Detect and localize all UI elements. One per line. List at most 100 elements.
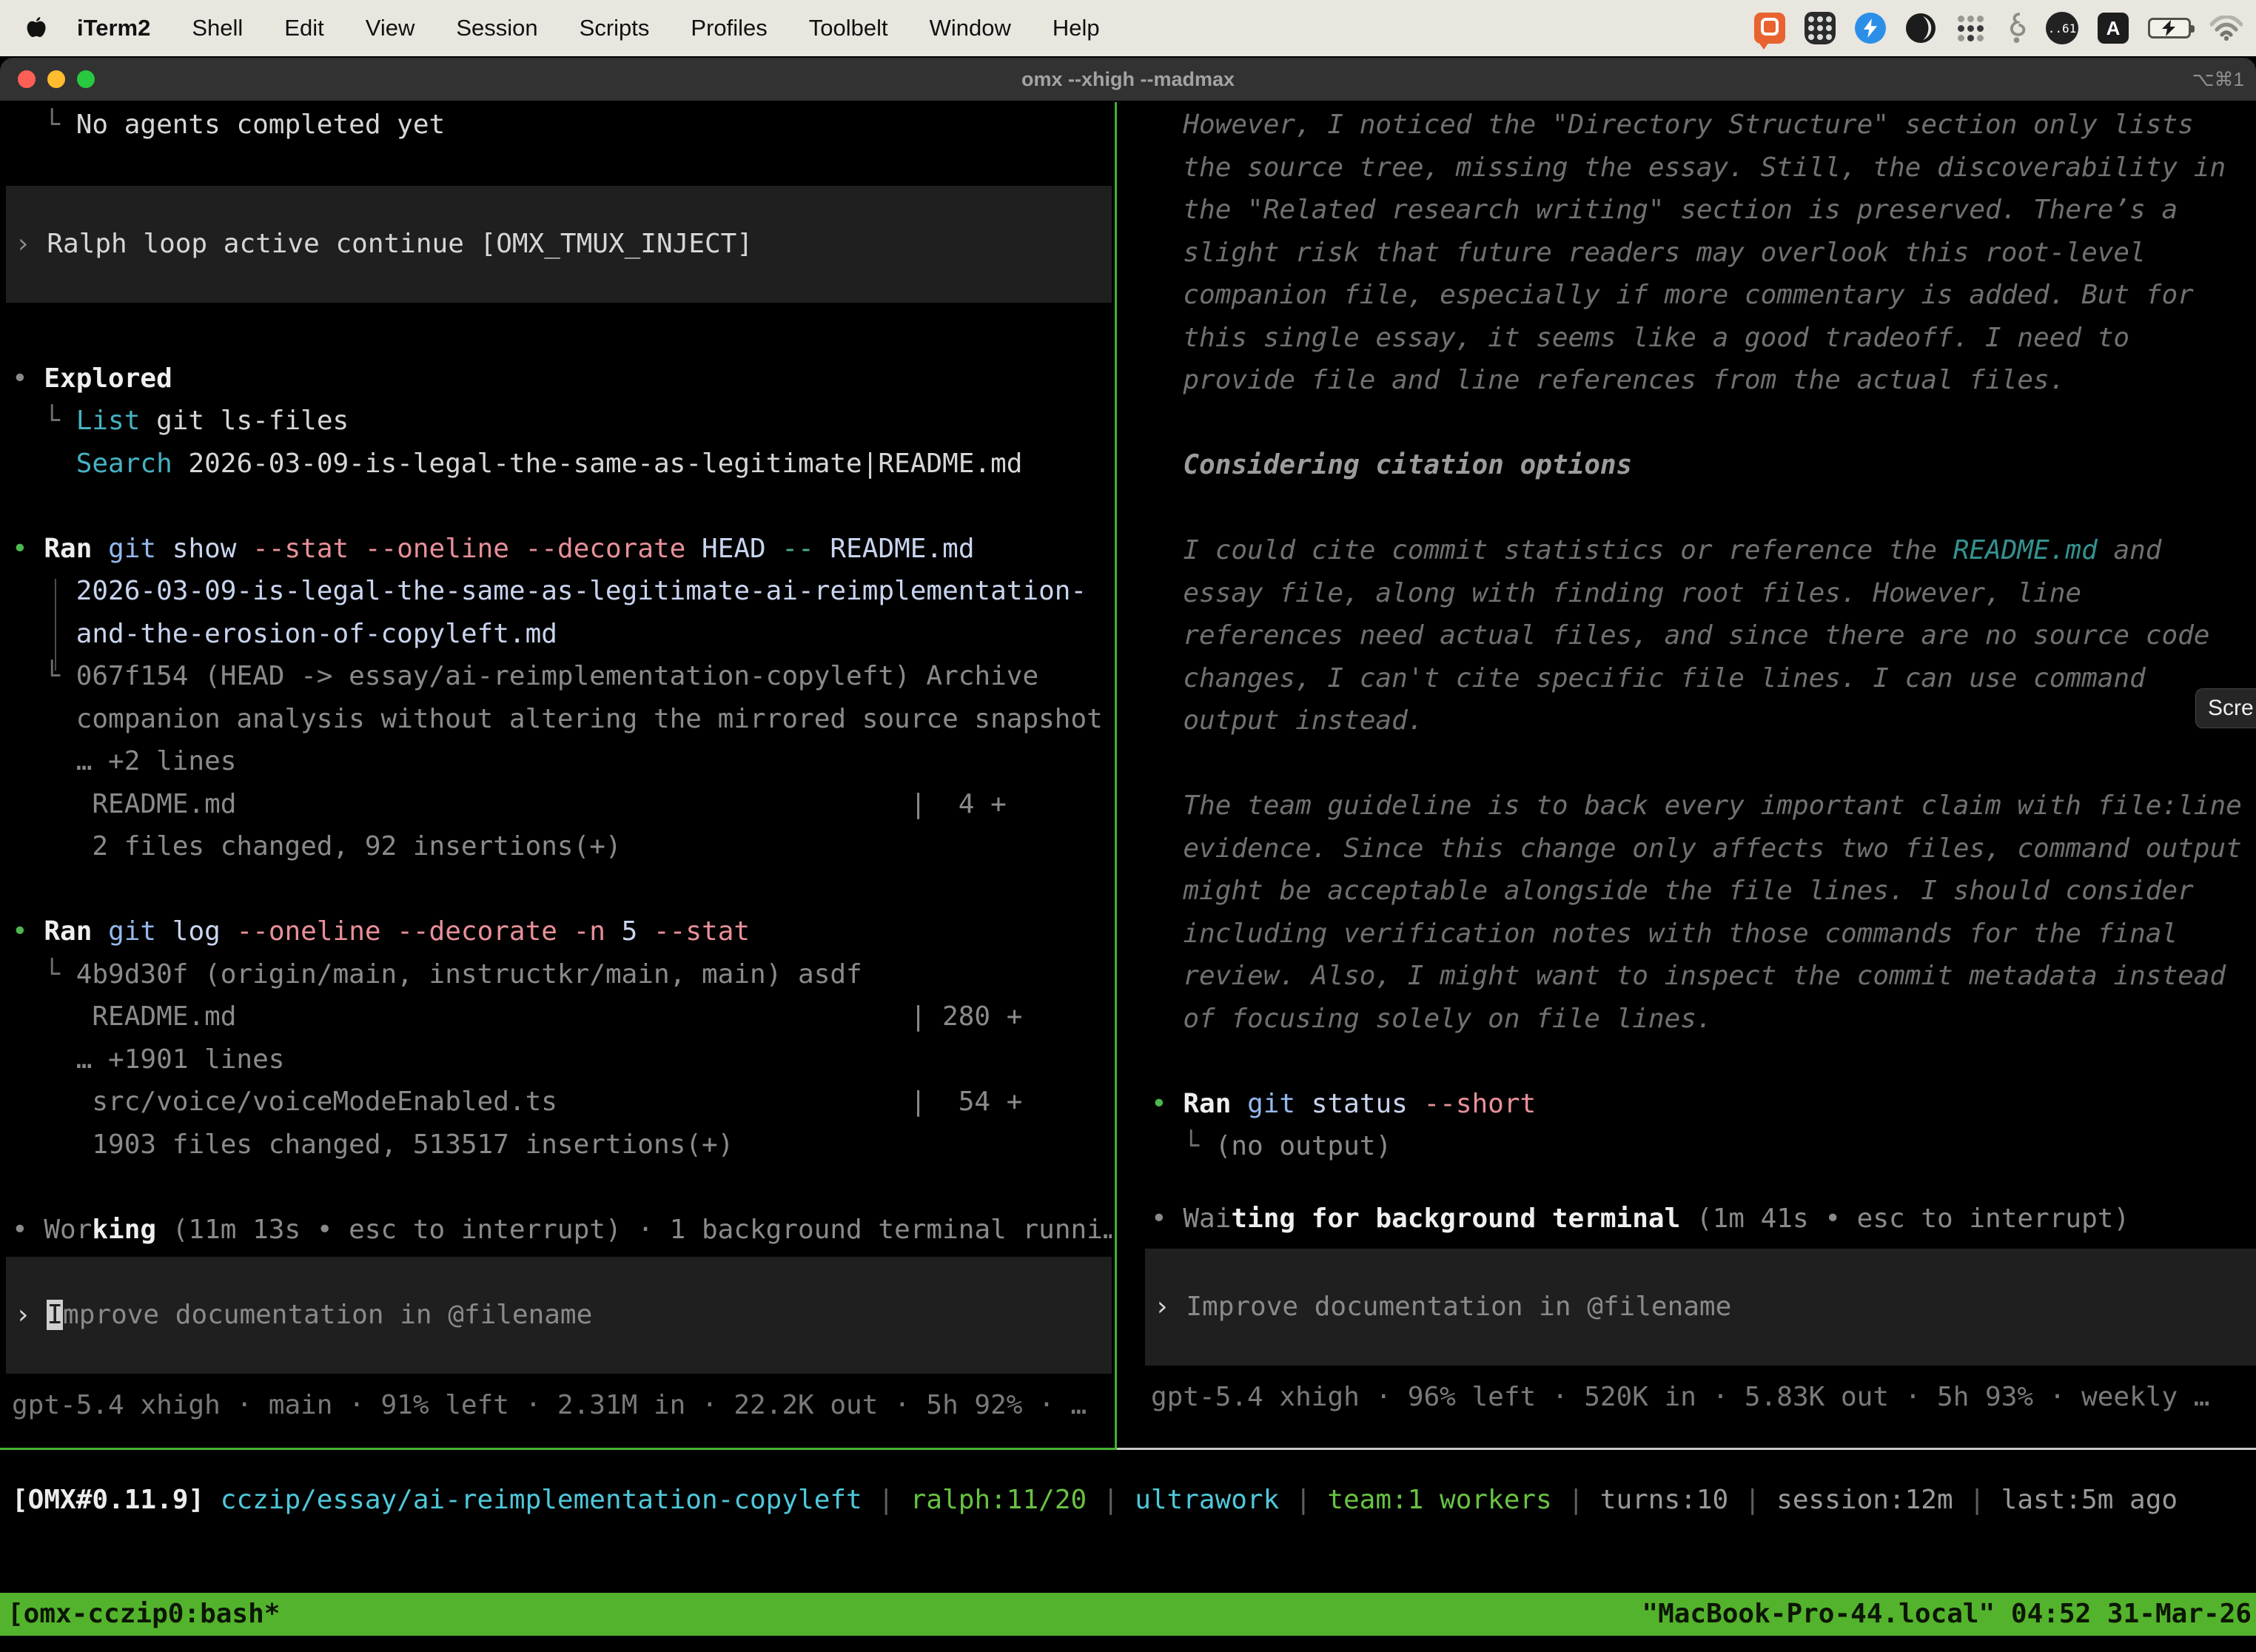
menu-item-toolbelt[interactable]: Toolbelt: [788, 15, 909, 41]
terminal-line: 2 files changed, 92 insertions(+): [6, 825, 1112, 868]
menu-item-scripts[interactable]: Scripts: [559, 15, 671, 41]
spacer: [6, 1166, 1112, 1209]
text-segment: evidence. Since this change only affects…: [1151, 833, 2242, 864]
input-source-icon[interactable]: A: [2098, 13, 2129, 44]
text-segment: README.md: [814, 534, 975, 564]
terminal-line: • Working (11m 13s • esc to interrupt) ·…: [6, 1209, 1112, 1252]
text-segment: show: [156, 534, 236, 564]
text-segment: king: [92, 1215, 156, 1245]
text-segment: the source tree, missing the essay. Stil…: [1151, 152, 2226, 183]
right-terminal-pane[interactable]: However, I noticed the "Directory Struct…: [1145, 104, 2256, 1448]
text-segment: log: [156, 916, 221, 947]
spacer: [1145, 1366, 2256, 1376]
command-input-box[interactable]: › Improve documentation in @filename: [6, 1257, 1112, 1374]
terminal-line: src/voice/voiceModeEnabled.ts | 54 +: [6, 1081, 1112, 1124]
text-segment: └: [1151, 1131, 1215, 1161]
active-pane-bottom-border: [0, 1448, 1117, 1450]
text-segment: provide file and line references from th…: [1151, 365, 2065, 395]
terminal-line: Considering citation options: [1145, 444, 2256, 487]
timer-badge-label: ..61: [2048, 21, 2077, 36]
text-segment: └: [12, 661, 76, 691]
terminal-line: might be acceptable alongside the file l…: [1145, 870, 2256, 913]
terminal-line: └ 067f154 (HEAD -> essay/ai-reimplementa…: [6, 655, 1112, 698]
wifi-icon[interactable]: [2210, 16, 2243, 41]
text-segment: README.md: [1953, 535, 2098, 565]
text-segment: turns:10: [1600, 1485, 1728, 1515]
text-segment: • Wor: [12, 1215, 92, 1245]
terminal-area: └ No agents completed yet › Ralph loop ac…: [0, 101, 2256, 1652]
text-segment: ultrawork: [1135, 1485, 1279, 1515]
text-segment: •: [1151, 1089, 1183, 1119]
window-title-bar: omx --xhigh --madmax ⌥⌘1: [0, 58, 2256, 101]
terminal-line: the source tree, missing the essay. Stil…: [1145, 147, 2256, 189]
dots-grid-icon[interactable]: [1955, 13, 1985, 43]
command-input-text: › Improve documentation in @filename: [1145, 1286, 1731, 1329]
text-segment: ›: [15, 229, 47, 259]
apple-menu-icon[interactable]: [25, 13, 50, 43]
text-segment: •: [12, 916, 44, 947]
model-status-line: gpt-5.4 xhigh · main · 91% left · 2.31M …: [6, 1384, 1112, 1427]
spacer: [6, 868, 1112, 911]
keyboard-icon[interactable]: [1805, 12, 1836, 44]
terminal-line: └ 4b9d30f (origin/main, instructkr/main,…: [6, 953, 1112, 996]
text-segment: List: [76, 406, 141, 436]
menu-item-view[interactable]: View: [345, 15, 436, 41]
command-input-box[interactable]: › Improve documentation in @filename: [1145, 1249, 2256, 1366]
text-segment: … +2 lines: [12, 746, 236, 776]
screen-share-pill[interactable]: Scre: [2195, 688, 2256, 728]
terminal-line: of focusing solely on file lines.: [1145, 998, 2256, 1041]
menu-item-profiles[interactable]: Profiles: [670, 15, 788, 41]
menu-item-help[interactable]: Help: [1032, 15, 1121, 41]
text-segment: Improve documentation in @filename: [1186, 1292, 1731, 1322]
battery-icon[interactable]: [2148, 18, 2191, 38]
terminal-line: The team guideline is to back every impo…: [1145, 785, 2256, 827]
omx-status-line: [OMX#0.11.9] cczip/essay/ai-reimplementa…: [12, 1479, 2178, 1521]
screen-share-label: Scre: [2208, 696, 2254, 721]
pane-divider[interactable]: [1115, 102, 1117, 1448]
text-segment: ›: [1154, 1292, 1186, 1322]
left-terminal-pane[interactable]: └ No agents completed yet › Ralph loop ac…: [6, 104, 1112, 1448]
spacer: [1145, 742, 2256, 785]
tmux-session-label: [omx-cczip0:bash*: [7, 1593, 280, 1636]
text-segment: git: [108, 534, 156, 564]
text-segment: companion file, especially if more comme…: [1151, 280, 2194, 310]
text-segment: (11m 13s • esc to interrupt) · 1 backgro…: [156, 1215, 1112, 1245]
text-segment: └: [12, 959, 76, 990]
terminal-line: evidence. Since this change only affects…: [1145, 827, 2256, 870]
terminal-line: └ List git ls-files: [6, 400, 1112, 443]
terminal-line: essay file, along with finding root file…: [1145, 572, 2256, 615]
moon-circle-icon[interactable]: [1905, 13, 1936, 44]
keystroke-icon[interactable]: [2004, 12, 2027, 44]
menu-item-session[interactable]: Session: [435, 15, 558, 41]
terminal-line: └ No agents completed yet: [6, 104, 1112, 147]
command-input-box[interactable]: › Ralph loop active continue [OMX_TMUX_I…: [6, 186, 1112, 303]
text-segment: slight risk that future readers may over…: [1151, 238, 2146, 268]
menu-items: iTerm2ShellEditViewSessionScriptsProfile…: [77, 15, 1121, 41]
sync-badge-icon[interactable]: [1855, 13, 1886, 44]
menu-item-edit[interactable]: Edit: [263, 15, 344, 41]
spacer: [6, 1251, 1112, 1257]
terminal-line: provide file and line references from th…: [1145, 359, 2256, 402]
menu-item-iterm2[interactable]: iTerm2: [77, 15, 171, 41]
text-segment: Explored: [44, 363, 172, 394]
terminal-line: references need actual files, and since …: [1145, 614, 2256, 657]
spacer: [1145, 1040, 2256, 1083]
screen-recording-icon[interactable]: [1754, 13, 1785, 44]
terminal-line: the "Related research writing" section i…: [1145, 189, 2256, 232]
spacer: [1145, 402, 2256, 445]
text-segment: |: [862, 1485, 910, 1515]
model-status-line: gpt-5.4 xhigh · 96% left · 520K in · 5.8…: [1145, 1376, 2256, 1419]
terminal-line: README.md | 280 +: [6, 995, 1112, 1038]
menu-item-shell[interactable]: Shell: [171, 15, 263, 41]
text-segment: └: [12, 110, 76, 140]
text-segment: README.md | 280 +: [12, 1001, 1022, 1032]
timer-badge-icon[interactable]: ..61: [2046, 12, 2078, 44]
text-segment: … +1901 lines: [12, 1044, 284, 1075]
text-segment: and: [2098, 535, 2162, 565]
text-segment: [OMX#0.11.9]: [12, 1485, 221, 1515]
menu-item-window[interactable]: Window: [909, 15, 1032, 41]
terminal-line: However, I noticed the "Directory Struct…: [1145, 104, 2256, 147]
text-segment: and-the-erosion-of-copyleft.md: [12, 619, 557, 649]
terminal-line: README.md | 4 +: [6, 783, 1112, 826]
text-segment: Ralph loop active continue [OMX_TMUX_INJ…: [47, 229, 753, 259]
